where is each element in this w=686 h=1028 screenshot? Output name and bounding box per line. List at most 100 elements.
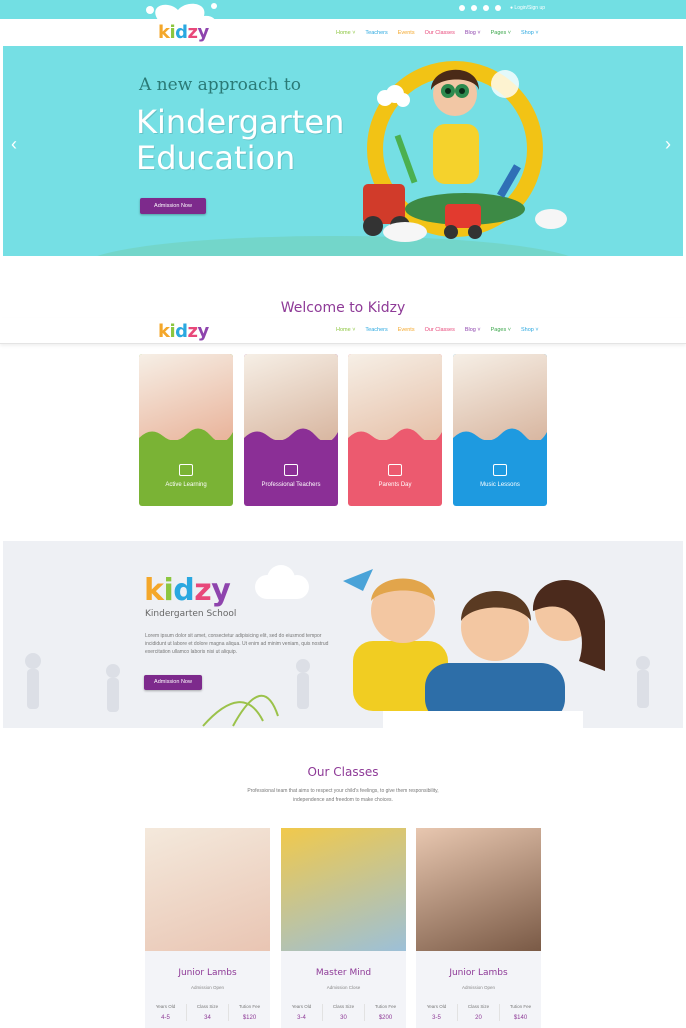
nav-item-label: Our Classes [424,327,455,333]
classes-title: Our Classes [307,765,379,779]
stat-value: 20 [475,1015,482,1021]
nav-item-pages[interactable]: Pages ˅ [491,327,511,333]
class-photo [281,828,406,951]
stat-fee: Tution Fee $120 [229,1004,270,1021]
nav-item-home[interactable]: Home ˅ [336,30,355,36]
nav-item-teachers[interactable]: Teachers [365,327,387,333]
twitter-icon[interactable] [471,5,477,11]
cloud-icon [255,565,309,599]
stat-label: Years Old [291,1004,312,1009]
stat-label: Tution Fee [238,1004,261,1009]
about-admission-button[interactable]: Admission Now [144,675,202,690]
chevron-down-icon: ˅ [475,30,481,36]
feature-icon [284,464,298,476]
class-name[interactable]: Master Mind [281,968,406,978]
slider-prev-arrow[interactable]: ‹ [11,134,17,155]
stat-label: Class Size [467,1004,490,1009]
chevron-down-icon: ˅ [506,327,511,333]
hero-image [363,61,567,242]
instagram-icon[interactable] [495,5,501,11]
login-link[interactable]: ● Login/Sign up [510,5,545,11]
classes-intro-line2: independence and freedom to make choices… [293,797,393,803]
site-logo[interactable]: kidzy [158,22,209,43]
nav-item-shop[interactable]: Shop ˅ [521,327,539,333]
sticky-logo[interactable]: kidzy [158,321,209,342]
logo-y: y [197,321,210,342]
class-name[interactable]: Junior Lambs [145,968,270,978]
nav-item-our-classes[interactable]: Our Classes [425,327,455,333]
stat-label: Tution Fee [374,1004,397,1009]
class-stats: Years Old 3-4 Class Size 30 Tution Fee $200 [281,1004,406,1021]
feature-card-active-learning[interactable]: Active Learning [139,354,233,506]
chevron-down-icon: ˅ [533,30,539,36]
nav-item-teachers[interactable]: Teachers [365,30,387,36]
stat-age: Years Old 3-5 [416,1004,458,1021]
wave-shape [453,428,547,454]
chevron-down-icon: ˅ [506,30,511,36]
pinterest-icon[interactable] [483,5,489,11]
class-stats: Years Old 4-5 Class Size 34 Tution Fee $120 [145,1004,270,1021]
logo-k: k [158,22,170,43]
about-text: Lorem ipsum dolor sit amet, consectetur … [145,633,329,655]
nav-item-label: Shop [520,327,534,333]
stat-size: Class Size 34 [187,1004,229,1021]
stat-value: 34 [204,1015,211,1021]
slider-next-arrow[interactable]: › [665,134,671,155]
wave-shape [139,428,233,454]
stat-value: $200 [378,1015,393,1021]
class-stats: Years Old 3-5 Class Size 20 Tution Fee $140 [416,1004,541,1021]
sticky-menu: Home ˅ Teachers Events Our Classes Blog ˅ Pag… [336,327,539,333]
stat-value: 3-4 [297,1015,306,1021]
feature-card-music-lessons[interactable]: Music Lessons [453,354,547,506]
logo-y: y [197,22,210,43]
feature-icon [179,464,193,476]
logo-d: d [175,22,188,43]
stat-value: 3-5 [432,1015,441,1021]
nav-item-our-classes[interactable]: Our Classes [425,30,455,36]
class-card[interactable]: Junior Lambs Admission Open Years Old 4-5 Cl… [145,828,270,1028]
nav-item-blog[interactable]: Blog ˅ [465,327,481,333]
chevron-down-icon: ˅ [350,327,356,333]
logo-z: z [194,573,212,608]
wave-shape [244,428,338,454]
welcome-title: Welcome to Kidzy [280,300,406,316]
stat-label: Class Size [196,1004,219,1009]
social-links [459,5,501,11]
feature-label: Professional Teachers [261,482,321,488]
nav-item-blog[interactable]: Blog ˅ [465,30,481,36]
nav-item-events[interactable]: Events [398,30,415,36]
feature-label: Music Lessons [480,482,520,488]
stat-label: Tution Fee [509,1004,532,1009]
nav-item-label: Home [336,327,351,333]
classes-intro: Professional team that aims to respect y… [0,787,686,805]
facebook-icon[interactable] [459,5,465,11]
feature-card-professional-teachers[interactable]: Professional Teachers [244,354,338,506]
class-card[interactable]: Master Mind Admission Close Years Old 3-4 Cl… [281,828,406,1028]
nav-item-events[interactable]: Events [398,327,415,333]
feature-card-parents-day[interactable]: Parents Day [348,354,442,506]
stat-label: Years Old [155,1004,176,1009]
admission-now-button[interactable]: Admission Now [140,198,206,214]
hero-subtitle: A new approach to [139,75,301,95]
stat-fee: Tution Fee $140 [500,1004,541,1021]
nav-item-home[interactable]: Home ˅ [336,327,355,333]
class-card[interactable]: Junior Lambs Admission Open Years Old 3-5 Cl… [416,828,541,1028]
feature-label: Active Learning [165,482,207,488]
user-icon: ● [510,5,514,11]
nav-item-label: Teachers [365,327,388,333]
admission-status: Admission Open [190,985,225,990]
class-photo [145,828,270,951]
about-section: kidzy Kindergarten School Lorem ipsum do… [3,541,683,728]
admission-status: Admission Open [461,985,496,990]
chevron-down-icon: ˅ [350,30,356,36]
nav-item-label: Blog [464,30,476,36]
nav-item-shop[interactable]: Shop ˅ [521,30,539,36]
nav-item-label: Pages [490,30,507,36]
class-name[interactable]: Junior Lambs [416,968,541,978]
top-bar: ● Login/Sign up [0,0,686,19]
stat-age: Years Old 4-5 [145,1004,187,1021]
logo-k: k [144,573,164,608]
nav-item-label: Blog [464,327,476,333]
hero-title: Kindergarten Education [136,104,344,176]
nav-item-pages[interactable]: Pages ˅ [491,30,511,36]
